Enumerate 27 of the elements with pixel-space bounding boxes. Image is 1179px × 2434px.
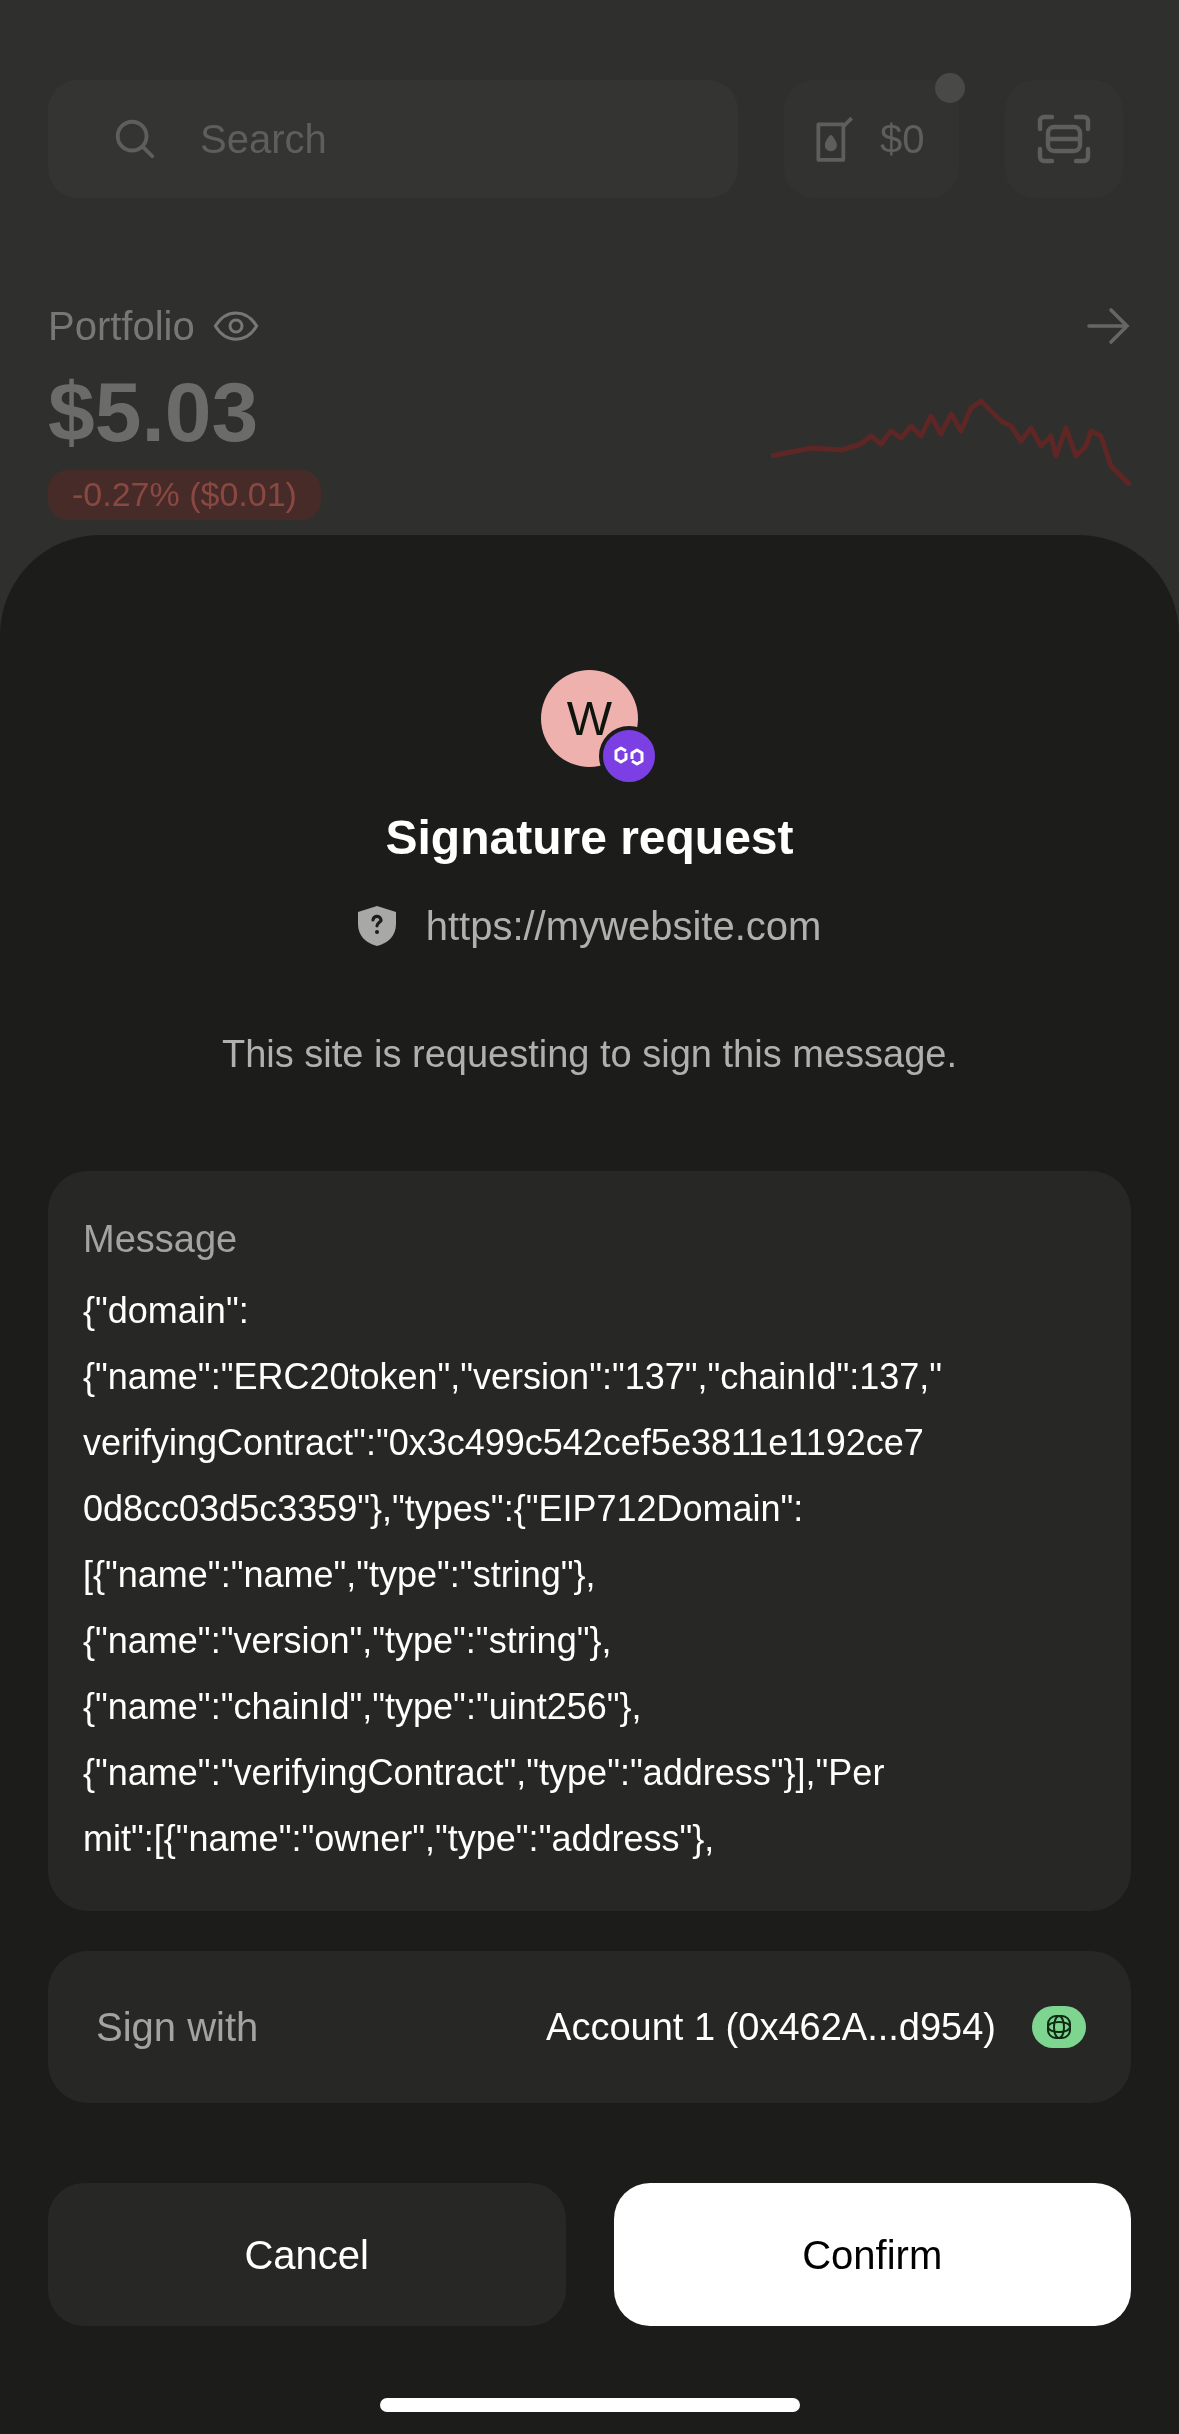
arrow-right-icon[interactable] xyxy=(1087,306,1131,346)
message-line: {"name":"version","type":"string"}, xyxy=(83,1619,613,1663)
message-line: {"name":"verifyingContract","type":"address"}],"Per xyxy=(83,1751,886,1795)
eye-icon[interactable] xyxy=(212,311,259,341)
fuel-can-icon xyxy=(814,114,856,164)
message-label: Message xyxy=(83,1217,239,1262)
message-line: mit":[{"name":"owner","type":"address"}, xyxy=(83,1817,716,1861)
change-badge: -0.27% ($0.01) xyxy=(48,470,321,520)
message-line: [{"name":"name","type":"string"}, xyxy=(83,1553,597,1597)
site-url: https://mywebsite.com xyxy=(425,903,822,950)
portfolio-label: Portfolio xyxy=(48,303,195,350)
shield-question-icon xyxy=(357,906,396,946)
cancel-button[interactable]: Cancel xyxy=(48,2183,566,2326)
scan-icon xyxy=(1036,113,1092,165)
message-line: {"name":"ERC20token","version":"137","chainId":137," xyxy=(83,1355,944,1399)
sign-with-label: Sign with xyxy=(96,2004,259,2051)
message-line: {"domain": xyxy=(83,1289,250,1333)
sign-with-row[interactable]: Sign with Account 1 (0x462A...d954) xyxy=(48,1951,1131,2103)
portfolio-balance: $5.03 xyxy=(48,370,260,454)
message-line: {"name":"chainId","type":"uint256"}, xyxy=(83,1685,643,1729)
dialog-title: Signature request xyxy=(385,810,794,866)
account-icon xyxy=(1032,2006,1086,2048)
request-description: This site is requesting to sign this message. xyxy=(222,1032,957,1077)
confirm-button[interactable]: Confirm xyxy=(613,2183,1131,2326)
message-line: 0d8cc03d5c3359"},"types":{"EIP712Domain": xyxy=(83,1487,805,1531)
message-line: verifyingContract":"0x3c499c542cef5e3811e1192ce7 xyxy=(83,1421,925,1465)
account-name: Account 1 (0x462A...d954) xyxy=(546,2004,996,2050)
